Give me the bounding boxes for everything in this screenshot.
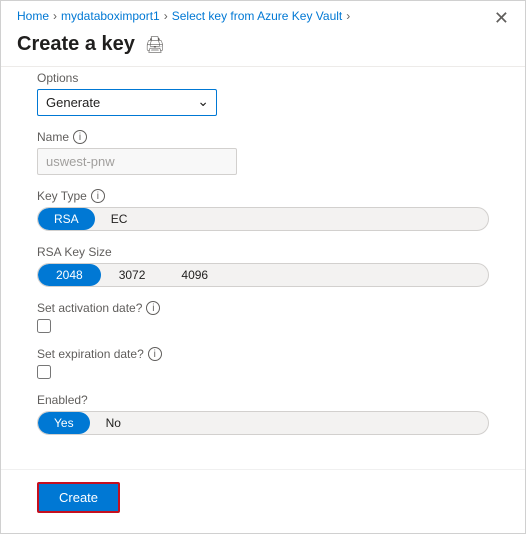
rsa-key-size-field: RSA Key Size 2048 3072 4096 <box>37 245 489 287</box>
key-type-ec[interactable]: EC <box>95 208 144 230</box>
panel-header: Create a key 🖨 ✕ <box>1 27 525 66</box>
name-input[interactable] <box>37 148 237 175</box>
print-icon[interactable]: 🖨 <box>145 35 165 55</box>
name-field: Name i <box>37 130 489 175</box>
breadcrumb-select-key[interactable]: Select key from Azure Key Vault <box>172 9 343 23</box>
breadcrumb-sep3: › <box>346 9 350 23</box>
breadcrumb-mydatabox[interactable]: mydataboximport1 <box>61 9 160 23</box>
key-type-toggle: RSA EC <box>37 207 489 231</box>
breadcrumb-home[interactable]: Home <box>17 9 49 23</box>
key-type-info-icon[interactable]: i <box>91 189 105 203</box>
header-divider <box>1 66 525 67</box>
key-type-label: Key Type i <box>37 189 489 203</box>
activation-info-icon[interactable]: i <box>146 301 160 315</box>
expiration-info-icon[interactable]: i <box>148 347 162 361</box>
activation-checkbox-wrapper <box>37 319 489 333</box>
keysize-3072[interactable]: 3072 <box>101 264 164 286</box>
page-title: Create a key <box>17 33 135 56</box>
expiration-date-field: Set expiration date? i <box>37 347 489 379</box>
enabled-no[interactable]: No <box>90 412 137 434</box>
panel-footer: Create <box>1 469 525 533</box>
breadcrumb-sep2: › <box>164 9 168 23</box>
form-body: Options Generate Import Name i Key Type … <box>1 71 525 469</box>
rsa-key-size-toggle: 2048 3072 4096 <box>37 263 489 287</box>
enabled-yes[interactable]: Yes <box>38 412 90 434</box>
breadcrumb: Home › mydataboximport1 › Select key fro… <box>1 1 525 27</box>
name-label: Name i <box>37 130 489 144</box>
expiration-checkbox[interactable] <box>37 365 51 379</box>
close-button[interactable]: ✕ <box>494 9 509 27</box>
rsa-key-size-label: RSA Key Size <box>37 245 489 259</box>
activation-date-label: Set activation date? i <box>37 301 489 315</box>
create-button[interactable]: Create <box>37 482 120 513</box>
breadcrumb-sep1: › <box>53 9 57 23</box>
activation-date-field: Set activation date? i <box>37 301 489 333</box>
options-select-wrapper: Generate Import <box>37 89 217 116</box>
expiration-date-label: Set expiration date? i <box>37 347 489 361</box>
enabled-field: Enabled? Yes No <box>37 393 489 435</box>
name-info-icon[interactable]: i <box>73 130 87 144</box>
keysize-4096[interactable]: 4096 <box>163 264 226 286</box>
options-select[interactable]: Generate Import <box>37 89 217 116</box>
expiration-checkbox-wrapper <box>37 365 489 379</box>
options-field: Options Generate Import <box>37 71 489 116</box>
enabled-label: Enabled? <box>37 393 489 407</box>
enabled-toggle: Yes No <box>37 411 489 435</box>
create-key-panel: Home › mydataboximport1 › Select key fro… <box>0 0 526 534</box>
key-type-field: Key Type i RSA EC <box>37 189 489 231</box>
key-type-rsa[interactable]: RSA <box>38 208 95 230</box>
options-label: Options <box>37 71 489 85</box>
activation-checkbox[interactable] <box>37 319 51 333</box>
keysize-2048[interactable]: 2048 <box>38 264 101 286</box>
